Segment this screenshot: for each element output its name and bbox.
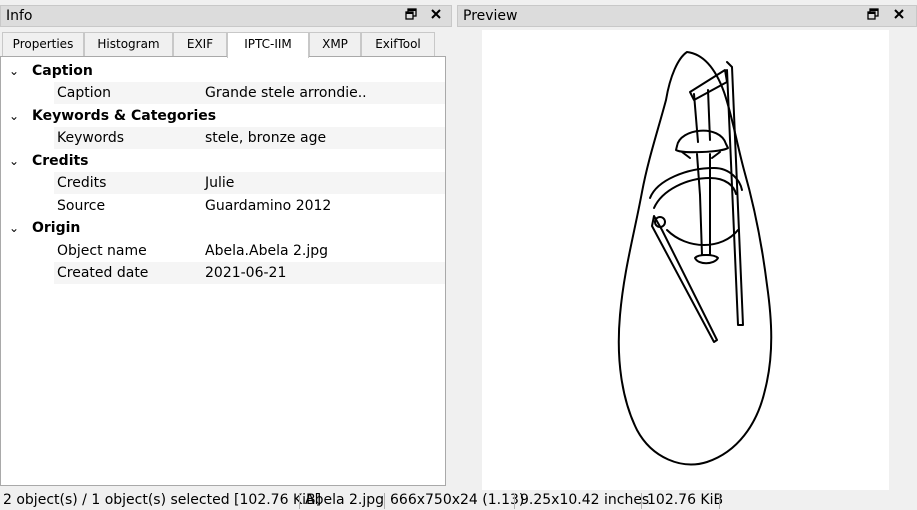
tab-xmp[interactable]: XMP xyxy=(309,32,361,57)
tree-row[interactable]: Credits Julie xyxy=(1,172,445,194)
section-title: Credits xyxy=(32,153,89,169)
chevron-down-icon[interactable]: ⌄ xyxy=(9,217,19,239)
tree-row[interactable]: Keywords stele, bronze age xyxy=(1,127,445,149)
tree-row[interactable]: Source Guardamino 2012 xyxy=(1,195,445,217)
status-divider xyxy=(514,493,515,509)
status-selection: 2 object(s) / 1 object(s) selected [102.… xyxy=(3,492,322,508)
status-file-size: 102.76 KiB xyxy=(647,492,724,508)
status-bar: 2 object(s) / 1 object(s) selected [102.… xyxy=(0,491,917,510)
status-divider xyxy=(719,493,720,509)
field-value: Abela.Abela 2.jpg xyxy=(205,243,329,259)
field-value: Julie xyxy=(205,175,235,191)
section-caption[interactable]: ⌄ Caption xyxy=(1,60,445,82)
field-value: Guardamino 2012 xyxy=(205,198,332,214)
tree-row[interactable]: Caption Grande stele arrondie.. xyxy=(1,82,445,104)
status-divider xyxy=(641,493,642,509)
section-origin[interactable]: ⌄ Origin xyxy=(1,217,445,239)
field-key: Created date xyxy=(57,265,149,281)
field-value: stele, bronze age xyxy=(205,130,327,146)
tree-row[interactable]: Created date 2021-06-21 xyxy=(1,262,445,284)
status-filename: Abela 2.jpg xyxy=(305,492,385,508)
field-value: 2021-06-21 xyxy=(205,265,287,281)
tab-histogram[interactable]: Histogram xyxy=(84,32,173,57)
status-print-size: 9.25x10.42 inches xyxy=(520,492,650,508)
chevron-down-icon[interactable]: ⌄ xyxy=(9,105,19,127)
metadata-tree: ⌄ Caption Caption Grande stele arrondie.… xyxy=(0,56,446,486)
tab-properties[interactable]: Properties xyxy=(2,32,84,57)
tab-iptc-iim[interactable]: IPTC-IIM xyxy=(227,32,309,58)
stele-drawing-image xyxy=(617,51,773,466)
preview-panel-header: Preview xyxy=(457,5,917,27)
close-icon[interactable] xyxy=(427,8,445,26)
float-window-icon[interactable] xyxy=(864,8,882,26)
float-window-icon[interactable] xyxy=(402,8,420,26)
field-key: Source xyxy=(57,198,106,214)
tab-exif[interactable]: EXIF xyxy=(173,32,227,57)
field-key: Keywords xyxy=(57,130,125,146)
chevron-down-icon[interactable]: ⌄ xyxy=(9,60,19,82)
status-divider xyxy=(384,493,385,509)
preview-image-area xyxy=(482,30,889,490)
info-tab-bar: Properties Histogram EXIF IPTC-IIM XMP E… xyxy=(0,32,452,58)
preview-panel-title: Preview xyxy=(463,8,518,24)
info-panel-header: Info xyxy=(0,5,452,27)
chevron-down-icon[interactable]: ⌄ xyxy=(9,150,19,172)
field-key: Caption xyxy=(57,85,112,101)
field-value: Grande stele arrondie.. xyxy=(205,85,367,101)
field-key: Credits xyxy=(57,175,107,191)
info-panel-title: Info xyxy=(6,8,33,24)
status-dimensions: 666x750x24 (1.13) xyxy=(390,492,525,508)
section-keywords-categories[interactable]: ⌄ Keywords & Categories xyxy=(1,105,445,127)
tab-exiftool[interactable]: ExifTool xyxy=(361,32,435,57)
section-title: Caption xyxy=(32,63,93,79)
section-credits[interactable]: ⌄ Credits xyxy=(1,150,445,172)
close-icon[interactable] xyxy=(890,8,908,26)
field-key: Object name xyxy=(57,243,147,259)
status-divider xyxy=(299,493,300,509)
tree-row[interactable]: Object name Abela.Abela 2.jpg xyxy=(1,240,445,262)
section-title: Keywords & Categories xyxy=(32,108,217,124)
section-title: Origin xyxy=(32,220,81,236)
